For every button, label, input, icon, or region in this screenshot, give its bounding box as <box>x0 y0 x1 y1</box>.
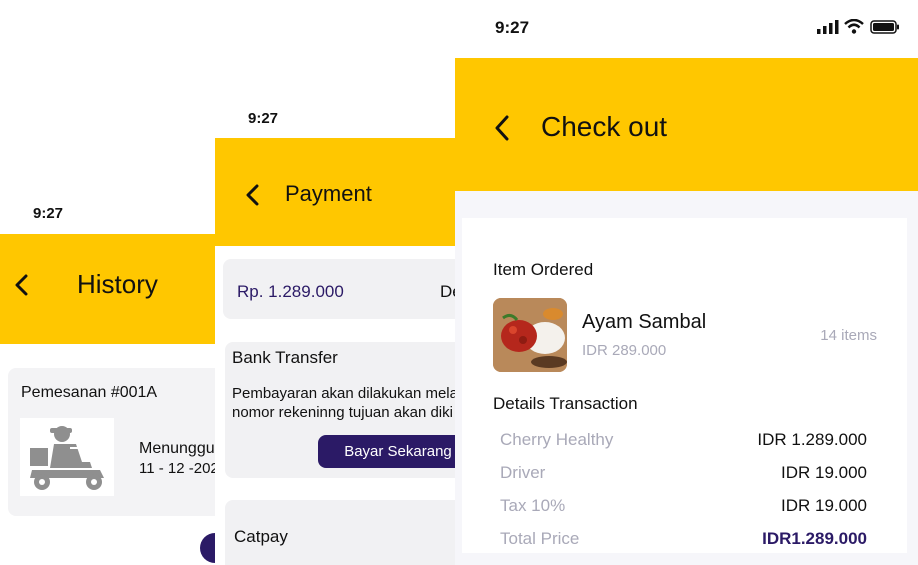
order-card[interactable]: Pemesanan #001A Menunggu 11 - 12 -202 <box>8 368 240 516</box>
detail-label: Driver <box>500 463 546 482</box>
signal-icon <box>817 20 839 39</box>
item-count: 14 items <box>820 327 877 344</box>
status-time: 9:27 <box>495 18 530 37</box>
bank-transfer-card[interactable]: Bank Transfer Pembayaran akan dilakukan … <box>225 342 475 478</box>
checkout-card: Item Ordered Ayam Sambal IDR 289.000 14 … <box>462 218 907 553</box>
detail-value: IDR 1.289.000 <box>757 430 867 449</box>
bank-title: Bank Transfer <box>232 348 338 367</box>
history-screen: 9:27 History Pemesanan #001A Menunggu 11… <box>0 0 240 565</box>
order-date: 11 - 12 -202 <box>139 460 219 477</box>
catpay-label: Catpay <box>234 527 288 546</box>
status-bar: 9:27 <box>455 0 918 58</box>
total-value: IDR1.289.000 <box>762 529 867 548</box>
amount-card: Rp. 1.289.000 De <box>223 259 475 319</box>
wifi-icon <box>844 18 864 39</box>
item-price: IDR 289.000 <box>582 342 667 359</box>
page-title: History <box>77 269 158 299</box>
scooter-delivery-icon <box>20 418 114 496</box>
history-header: History <box>0 234 240 344</box>
item-name: Ayam Sambal <box>582 311 707 333</box>
battery-icon <box>870 20 900 39</box>
checkout-screen: 9:27 Check out Item Ordered Ayam Sambal … <box>455 0 918 565</box>
checkout-header: Check out <box>455 58 918 191</box>
payment-amount: Rp. 1.289.000 <box>237 282 344 301</box>
bank-desc-line1: Pembayaran akan dilakukan mela <box>232 385 458 402</box>
back-arrow-icon[interactable] <box>493 115 511 141</box>
page-title: Check out <box>541 111 668 142</box>
pay-now-button[interactable]: Bayar Sekarang <box>318 435 475 468</box>
detail-label: Cherry Healthy <box>500 430 614 449</box>
catpay-card[interactable]: Catpay <box>225 500 475 565</box>
detail-label: Tax 10% <box>500 496 566 515</box>
total-label: Total Price <box>500 529 580 548</box>
status-time: 9:27 <box>33 205 64 222</box>
back-arrow-icon[interactable] <box>14 274 30 296</box>
detail-value: IDR 19.000 <box>781 463 867 482</box>
payment-header: Payment <box>215 138 475 246</box>
bank-desc-line2: nomor rekeninng tujuan akan diki <box>232 404 453 421</box>
detail-value: IDR 19.000 <box>781 496 867 515</box>
status-time: 9:27 <box>248 110 279 127</box>
payment-screen: 9:27 Payment Rp. 1.289.000 De Bank Trans… <box>215 0 475 565</box>
page-title: Payment <box>285 181 372 206</box>
item-ordered-heading: Item Ordered <box>493 260 594 279</box>
order-status: Menunggu <box>139 440 215 457</box>
back-arrow-icon[interactable] <box>245 184 261 206</box>
food-image <box>493 298 567 372</box>
order-id: Pemesanan #001A <box>21 384 158 401</box>
details-heading: Details Transaction <box>493 394 638 413</box>
